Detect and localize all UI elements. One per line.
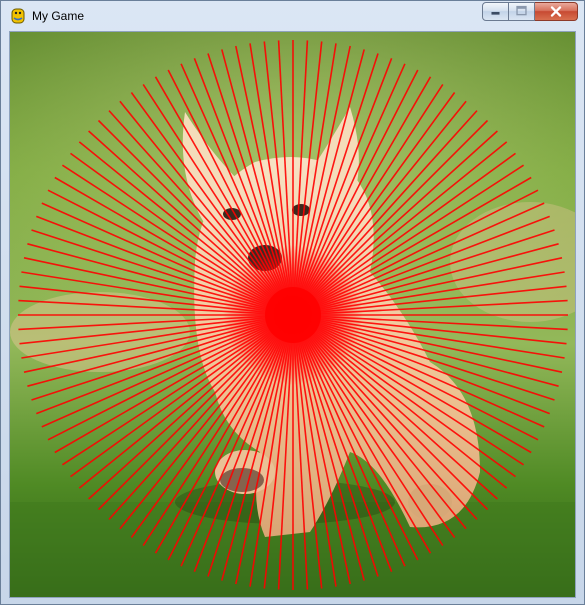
maximize-button[interactable] bbox=[509, 2, 535, 21]
minimize-button[interactable] bbox=[482, 2, 509, 21]
close-button[interactable] bbox=[535, 2, 578, 21]
python-snake-icon bbox=[11, 8, 25, 24]
minimize-icon bbox=[491, 11, 500, 15]
close-icon bbox=[550, 6, 562, 17]
title-bar[interactable]: My Game bbox=[1, 1, 584, 30]
red-core bbox=[265, 287, 321, 343]
blurred-left-shape bbox=[10, 292, 190, 372]
maximize-icon bbox=[516, 5, 527, 16]
window-controls bbox=[482, 2, 578, 22]
game-canvas[interactable] bbox=[9, 31, 576, 598]
puppy-right-eye bbox=[292, 204, 310, 216]
window-title: My Game bbox=[32, 9, 85, 23]
game-window: My Game bbox=[0, 0, 585, 605]
game-scene bbox=[10, 32, 575, 597]
